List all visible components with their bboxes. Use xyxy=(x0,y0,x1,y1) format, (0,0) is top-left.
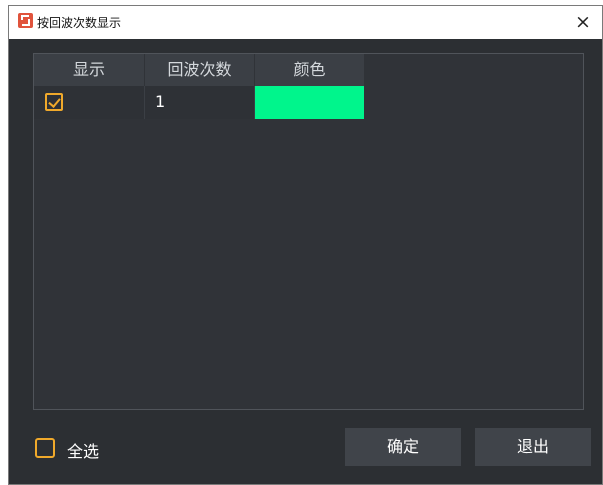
show-cell xyxy=(34,86,145,119)
color-cell xyxy=(255,86,364,119)
close-button[interactable]: × xyxy=(570,9,596,35)
exit-button[interactable]: 退出 xyxy=(475,428,591,466)
column-header-color[interactable]: 颜色 xyxy=(255,54,364,86)
table-row[interactable]: 1 xyxy=(34,86,364,119)
ok-button[interactable]: 确定 xyxy=(345,428,461,466)
echo-count-cell: 1 xyxy=(145,86,255,119)
window-title: 按回波次数显示 xyxy=(37,16,122,30)
echo-table: 显示 回波次数 颜色 1 xyxy=(33,53,584,410)
column-header-echo-count[interactable]: 回波次数 xyxy=(145,54,254,86)
row-show-checkbox[interactable] xyxy=(45,93,63,111)
select-all-checkbox[interactable] xyxy=(35,438,55,458)
column-header-show[interactable]: 显示 xyxy=(34,54,144,86)
color-swatch[interactable] xyxy=(255,86,364,119)
echo-count-value: 1 xyxy=(155,92,166,111)
check-icon xyxy=(48,95,61,108)
app-logo-icon xyxy=(18,13,33,28)
table-header: 显示 回波次数 颜色 xyxy=(34,54,364,86)
title-bar[interactable]: 按回波次数显示 × xyxy=(9,6,602,39)
select-all-label: 全选 xyxy=(67,442,100,461)
dialog-window: 按回波次数显示 × 显示 回波次数 颜色 1 全选 确定 退出 xyxy=(8,5,603,485)
